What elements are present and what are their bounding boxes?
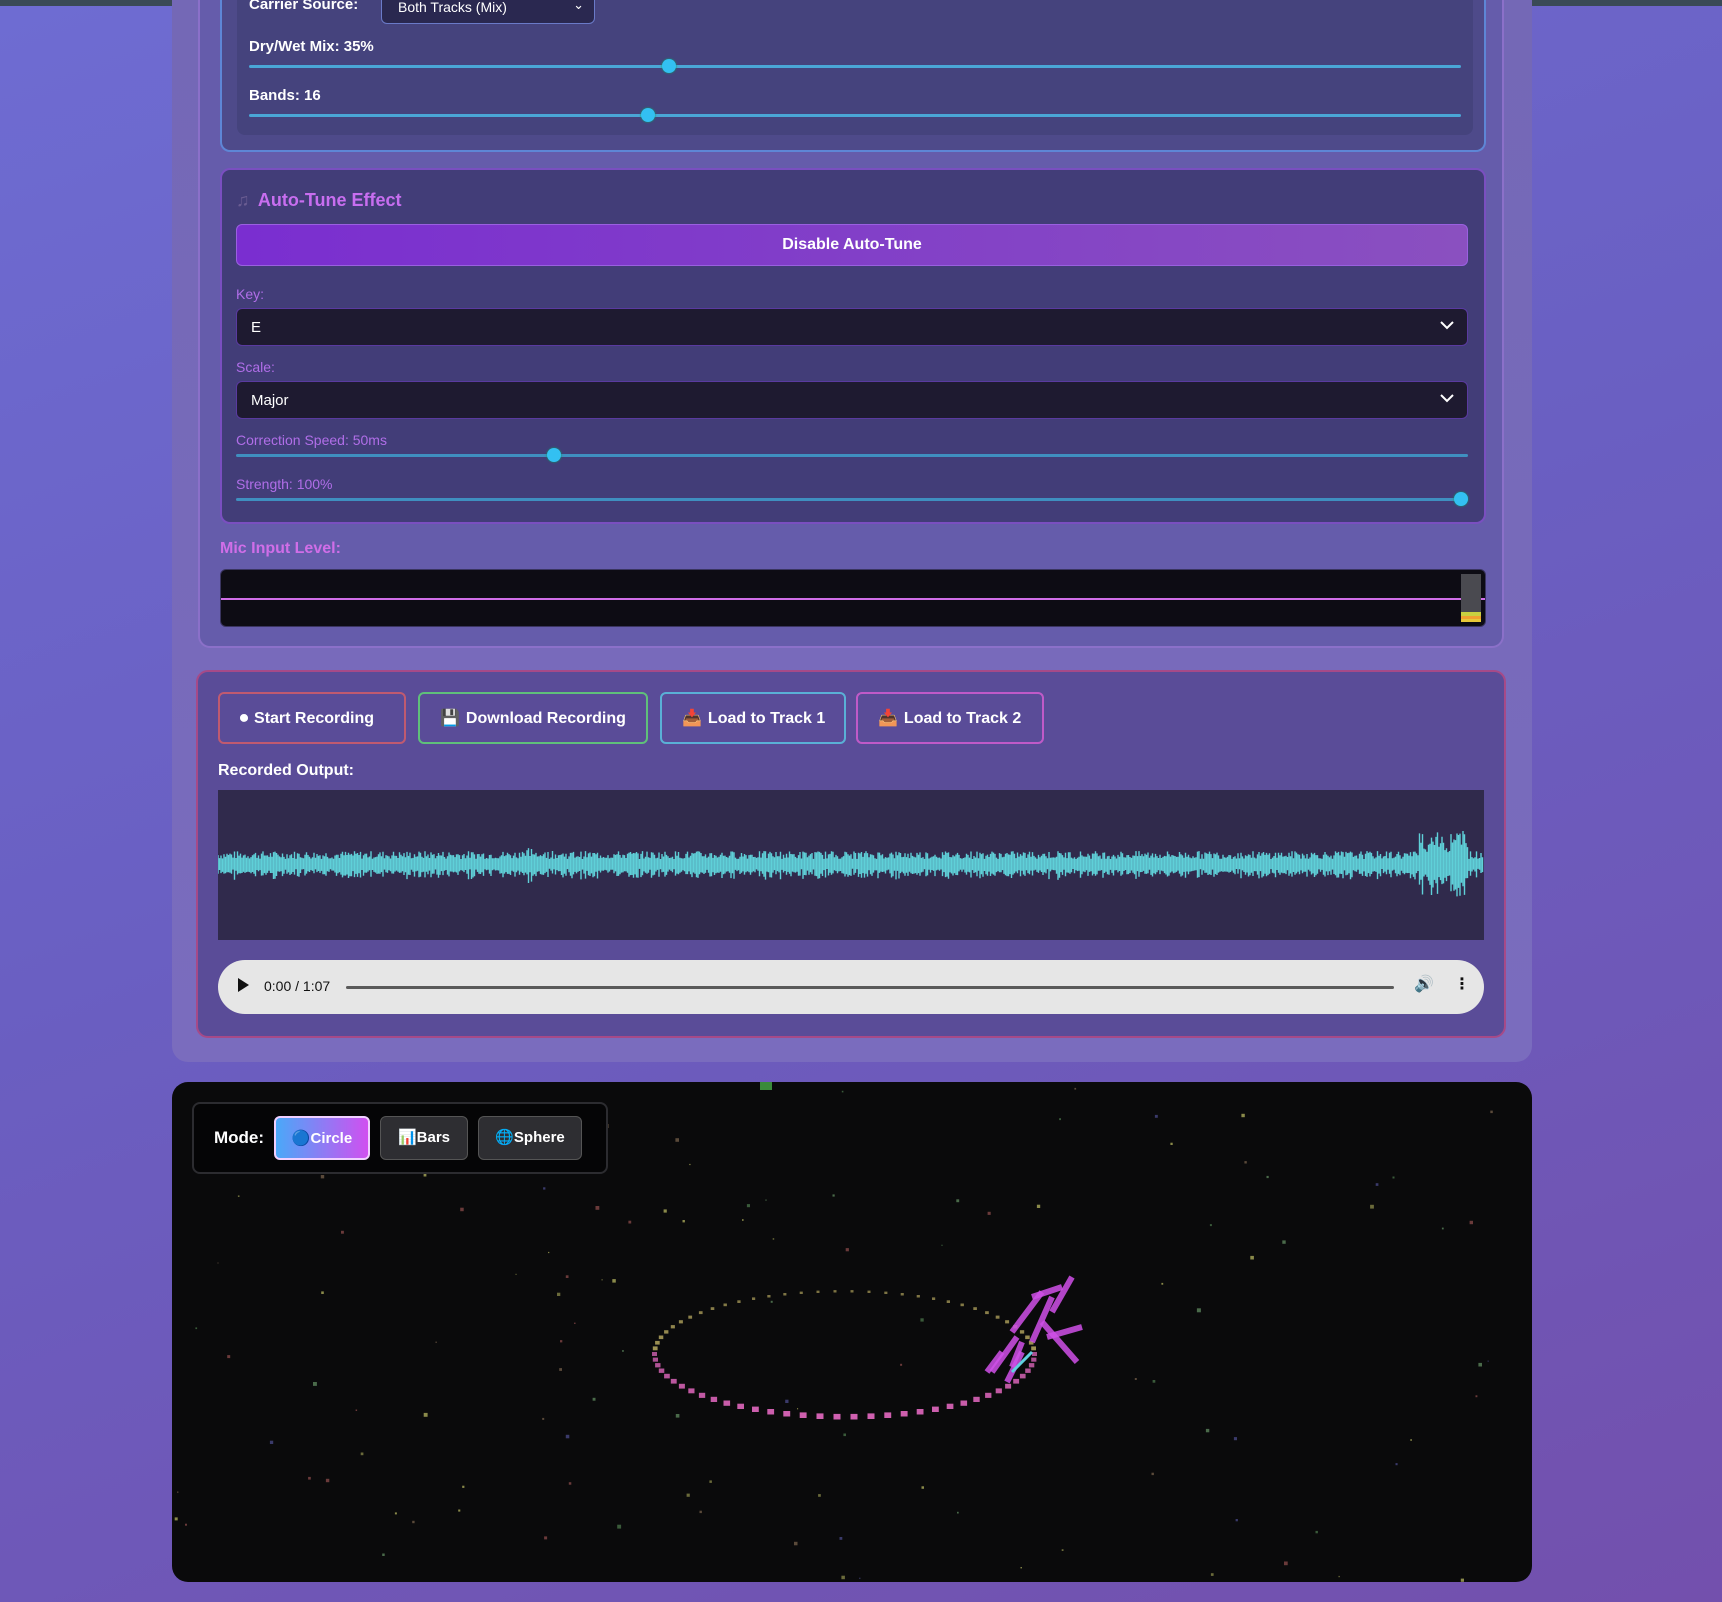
scale-select[interactable]: Major [236, 381, 1468, 419]
studio-card: Carrier Source: Both Tracks (Mix) ⌄ Dry/… [172, 0, 1532, 1062]
waveform-graphic [217, 831, 1484, 897]
load-track-1-button[interactable]: 📥 Load to Track 1 [660, 692, 846, 744]
strength-thumb[interactable] [1454, 492, 1468, 506]
music-note-icon: ♫ [236, 190, 250, 210]
more-options-icon[interactable]: ⋮ [1454, 974, 1470, 994]
effects-panel: Carrier Source: Both Tracks (Mix) ⌄ Dry/… [198, 0, 1504, 648]
key-select[interactable]: E [236, 308, 1468, 346]
load-track-2-button[interactable]: 📥 Load to Track 2 [856, 692, 1044, 744]
player-time: 0:00 / 1:07 [264, 978, 331, 994]
visualizer-panel: Mode: 🔵Circle 📊Bars 🌐Sphere [172, 1082, 1532, 1582]
strength-label: Strength: 100% [236, 476, 333, 492]
globe-icon: 🌐 [495, 1129, 514, 1146]
download-recording-label: Download Recording [465, 710, 626, 727]
drywet-slider-thumb[interactable] [662, 59, 676, 73]
scale-label: Scale: [236, 359, 275, 375]
mode-label: Mode: [214, 1128, 265, 1147]
correction-speed-track[interactable] [236, 454, 1468, 457]
inbox-tray-icon: 📥 [878, 710, 898, 727]
mic-waveform-line [221, 598, 1485, 600]
download-recording-button[interactable]: 💾 Download Recording [418, 692, 648, 744]
disable-autotune-button[interactable]: Disable Auto-Tune [236, 224, 1468, 266]
mic-input-meter [220, 569, 1486, 627]
mode-bars-button[interactable]: 📊Bars [380, 1116, 468, 1160]
key-label: Key: [236, 286, 265, 302]
start-recording-label: Start Recording [254, 710, 375, 727]
strength-track[interactable] [236, 498, 1468, 501]
load-track-1-label: Load to Track 1 [707, 710, 826, 727]
play-icon[interactable] [238, 978, 249, 992]
recorded-waveform [217, 790, 1484, 940]
chevron-down-icon [1440, 394, 1454, 403]
bands-slider-track[interactable] [249, 114, 1461, 117]
carrier-source-label: Carrier Source: [249, 0, 359, 13]
record-icon: ⏺ [240, 710, 249, 727]
recording-panel: ⏺ Start Recording 💾 Download Recording 📥 Lo… [196, 670, 1506, 1038]
chevron-down-icon: ⌄ [573, 0, 584, 12]
mic-level-bar [1461, 574, 1481, 622]
vocoder-section: Carrier Source: Both Tracks (Mix) ⌄ Dry/… [220, 0, 1486, 152]
bands-slider-thumb[interactable] [641, 108, 655, 122]
load-track-2-label: Load to Track 2 [903, 710, 1022, 727]
autotune-title: ♫ Auto-Tune Effect [236, 190, 402, 211]
volume-icon[interactable]: 🔊 [1414, 974, 1434, 994]
chevron-down-icon [1440, 321, 1454, 330]
vocoder-controls: Carrier Source: Both Tracks (Mix) ⌄ Dry/… [237, 0, 1473, 135]
mode-circle-button[interactable]: 🔵Circle [274, 1116, 370, 1160]
start-recording-button[interactable]: ⏺ Start Recording [218, 692, 406, 744]
mic-input-label: Mic Input Level: [220, 540, 341, 557]
autotune-title-text: Auto-Tune Effect [257, 190, 402, 210]
key-select-value: E [251, 319, 262, 336]
scale-select-value: Major [251, 392, 289, 409]
recorded-output-label: Recorded Output: [218, 762, 354, 779]
blue-circle-icon: 🔵 [291, 1130, 311, 1147]
correction-speed-label: Correction Speed: 50ms [236, 432, 387, 448]
autotune-section: ♫ Auto-Tune Effect Disable Auto-Tune Key… [220, 168, 1486, 524]
bar-chart-icon: 📊 [397, 1129, 417, 1146]
drywet-label: Dry/Wet Mix: 35% [249, 38, 374, 55]
floppy-disk-icon: 💾 [440, 710, 460, 727]
player-progress-bar[interactable] [346, 986, 1394, 989]
mode-bars-label: Bars [416, 1129, 451, 1146]
mode-sphere-label: Sphere [513, 1129, 565, 1146]
bands-label: Bands: 16 [249, 87, 321, 104]
mode-selector: Mode: 🔵Circle 📊Bars 🌐Sphere [192, 1102, 608, 1174]
mode-sphere-button[interactable]: 🌐Sphere [478, 1116, 582, 1160]
drywet-slider-track[interactable] [249, 65, 1461, 68]
mode-circle-label: Circle [310, 1130, 353, 1147]
correction-speed-thumb[interactable] [546, 448, 561, 462]
inbox-tray-icon: 📥 [682, 710, 702, 727]
carrier-source-value: Both Tracks (Mix) [398, 0, 507, 15]
carrier-source-select[interactable]: Both Tracks (Mix) ⌄ [381, 0, 595, 24]
audio-player[interactable]: 0:00 / 1:07 🔊 ⋮ [218, 960, 1484, 1014]
